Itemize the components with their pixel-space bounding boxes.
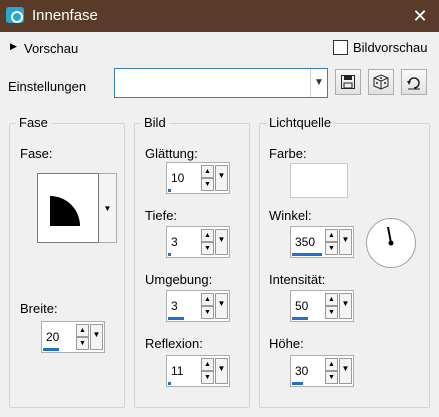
hoehe-down-icon[interactable]: ▼ — [325, 371, 338, 384]
angle-needle-icon — [387, 226, 394, 246]
tiefe-spinner[interactable]: 3 ▲ ▼ ▼ — [166, 226, 230, 258]
light-color-swatch[interactable] — [290, 163, 348, 198]
umgebung-level-bar — [168, 317, 184, 320]
umgebung-slider-icon[interactable]: ▼ — [215, 293, 228, 319]
glaettung-level-bar — [168, 189, 171, 192]
reflexion-up-icon[interactable]: ▲ — [201, 358, 214, 371]
winkel-spinner[interactable]: 350 ▲ ▼ ▼ — [290, 226, 354, 258]
breite-down-icon[interactable]: ▼ — [76, 337, 89, 350]
tiefe-value[interactable]: 3 — [171, 235, 178, 249]
glaettung-label: Glättung: — [145, 146, 198, 161]
reflexion-down-icon[interactable]: ▼ — [201, 371, 214, 384]
umgebung-spinner[interactable]: 3 ▲ ▼ ▼ — [166, 290, 230, 322]
winkel-up-icon[interactable]: ▲ — [325, 229, 338, 242]
title-bar: Innenfase ✕ — [0, 0, 439, 32]
close-button[interactable]: ✕ — [401, 0, 439, 32]
camera-icon — [6, 7, 24, 23]
settings-label: Einstellungen — [8, 79, 87, 94]
preview-toggle-label: Vorschau — [24, 41, 79, 56]
save-icon — [341, 75, 355, 89]
group-bild-title: Bild — [141, 115, 169, 130]
tiefe-level-bar — [168, 253, 171, 256]
hoehe-label: Höhe: — [269, 336, 304, 351]
tiefe-label: Tiefe: — [145, 208, 178, 223]
group-fase: Fase Fase: ▼ Breite: 20 ▲ ▼ ▼ — [9, 115, 125, 408]
intensitaet-slider-icon[interactable]: ▼ — [339, 293, 352, 319]
reflexion-level-bar — [168, 382, 171, 385]
save-preset-button[interactable] — [335, 69, 361, 95]
fase-label: Fase: — [20, 146, 53, 161]
dice-icon — [373, 74, 389, 90]
glaettung-spinner[interactable]: 10 ▲ ▼ ▼ — [166, 162, 230, 194]
winkel-level-bar — [292, 253, 322, 256]
glaettung-slider-icon[interactable]: ▼ — [215, 165, 228, 191]
intensitaet-value[interactable]: 50 — [295, 299, 308, 313]
winkel-slider-icon[interactable]: ▼ — [339, 229, 352, 255]
intensitaet-spinner[interactable]: 50 ▲ ▼ ▼ — [290, 290, 354, 322]
group-lichtquelle: Lichtquelle Farbe: Winkel: 350 ▲ ▼ ▼ Int… — [259, 115, 430, 408]
hoehe-spinner[interactable]: 30 ▲ ▼ ▼ — [290, 355, 354, 387]
dialog-body: ▶ Vorschau Bildvorschau Einstellungen ▼ — [0, 32, 439, 417]
intensitaet-level-bar — [292, 317, 308, 320]
breite-spinner[interactable]: 20 ▲ ▼ ▼ — [41, 321, 105, 353]
glaettung-up-icon[interactable]: ▲ — [201, 165, 214, 178]
umgebung-up-icon[interactable]: ▲ — [201, 293, 214, 306]
breite-level-bar — [43, 348, 59, 351]
reset-icon — [407, 77, 420, 90]
group-lichtquelle-title: Lichtquelle — [266, 115, 335, 130]
glaettung-value[interactable]: 10 — [171, 171, 184, 185]
bevel-shape-preview[interactable] — [37, 173, 99, 243]
hoehe-level-bar — [292, 382, 303, 385]
reflexion-value[interactable]: 11 — [171, 364, 183, 378]
tiefe-up-icon[interactable]: ▲ — [201, 229, 214, 242]
group-bild: Bild Glättung: 10 ▲ ▼ ▼ Tiefe: 3 ▲ ▼ ▼ U… — [134, 115, 250, 408]
winkel-down-icon[interactable]: ▼ — [325, 242, 338, 255]
breite-label: Breite: — [20, 301, 58, 316]
hoehe-up-icon[interactable]: ▲ — [325, 358, 338, 371]
tiefe-slider-icon[interactable]: ▼ — [215, 229, 228, 255]
intensitaet-down-icon[interactable]: ▼ — [325, 306, 338, 319]
hoehe-value[interactable]: 30 — [295, 364, 308, 378]
bevel-shape-dropdown[interactable]: ▼ — [99, 173, 117, 243]
chevron-down-icon[interactable]: ▼ — [310, 69, 327, 97]
winkel-value[interactable]: 350 — [295, 235, 315, 249]
tiefe-down-icon[interactable]: ▼ — [201, 242, 214, 255]
angle-dial[interactable] — [366, 218, 416, 268]
hoehe-slider-icon[interactable]: ▼ — [339, 358, 352, 384]
window-title: Innenfase — [32, 7, 98, 24]
triangle-right-icon: ▶ — [10, 41, 17, 51]
intensitaet-up-icon[interactable]: ▲ — [325, 293, 338, 306]
checkbox-label: Bildvorschau — [353, 40, 428, 55]
group-fase-title: Fase — [16, 115, 51, 130]
random-button[interactable] — [368, 69, 394, 95]
quarter-circle-icon — [50, 196, 80, 226]
glaettung-down-icon[interactable]: ▼ — [201, 178, 214, 191]
breite-up-icon[interactable]: ▲ — [76, 324, 89, 337]
farbe-label: Farbe: — [269, 146, 307, 161]
checkbox-box[interactable] — [333, 40, 348, 55]
winkel-label: Winkel: — [269, 208, 312, 223]
reflexion-spinner[interactable]: 11 ▲ ▼ ▼ — [166, 355, 230, 387]
umgebung-value[interactable]: 3 — [171, 299, 178, 313]
reflexion-slider-icon[interactable]: ▼ — [215, 358, 228, 384]
umgebung-down-icon[interactable]: ▼ — [201, 306, 214, 319]
breite-slider-icon[interactable]: ▼ — [90, 324, 103, 350]
breite-value[interactable]: 20 — [46, 330, 59, 344]
umgebung-label: Umgebung: — [145, 272, 213, 287]
settings-dropdown[interactable]: ▼ — [114, 68, 328, 98]
reset-button[interactable] — [401, 69, 427, 95]
reflexion-label: Reflexion: — [145, 336, 203, 351]
intensitaet-label: Intensität: — [269, 272, 326, 287]
